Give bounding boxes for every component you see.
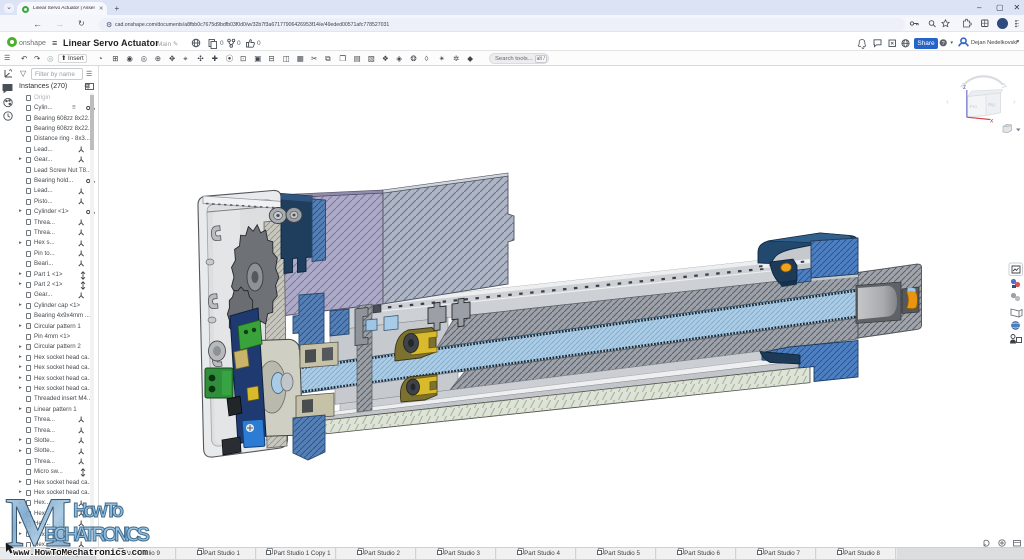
svg-text:?: ?	[942, 41, 945, 47]
svg-text:www.HowToMechatronics.com: www.HowToMechatronics.com	[13, 547, 148, 558]
svg-text:How To: How To	[73, 500, 124, 522]
svg-text:ECHATRONICS: ECHATRONICS	[44, 524, 150, 546]
